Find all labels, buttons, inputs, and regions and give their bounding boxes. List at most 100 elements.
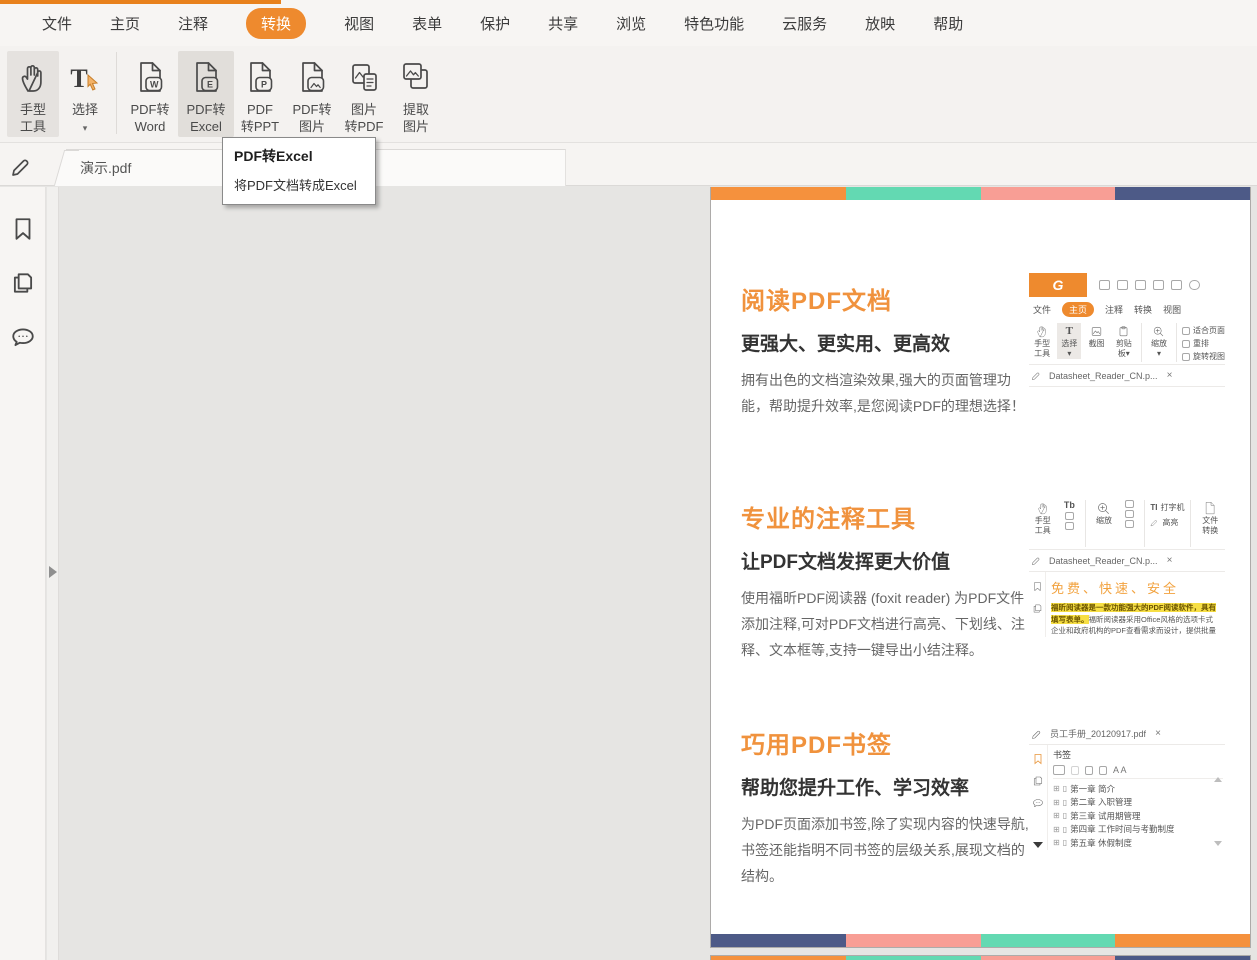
menu-cloud[interactable]: 云服务 xyxy=(782,13,827,34)
mini-toolbar-separator xyxy=(1189,500,1191,547)
menu-file[interactable]: 文件 xyxy=(42,13,72,34)
mini-tab-close-icon: × xyxy=(1166,555,1173,566)
expand-all-icon xyxy=(1053,765,1065,775)
page-top-stripes xyxy=(711,956,1250,960)
bookmarks-panel-title: 书签 xyxy=(1053,750,1072,760)
image-to-pdf-icon xyxy=(338,55,390,101)
pdf-to-excel-icon: E xyxy=(178,55,234,101)
select-tool-button[interactable]: T 选择 ▾ xyxy=(59,51,111,137)
mini-file-convert: 文件 转换 xyxy=(1196,500,1226,536)
stripe-orange xyxy=(711,187,846,200)
comment-icon xyxy=(1032,797,1044,809)
pdf-to-ppt-button[interactable]: P PDF 转PPT xyxy=(234,51,286,137)
menu-home[interactable]: 主页 xyxy=(110,13,140,34)
section-body: 为PDF页面添加书签,除了实现内容的快速导航,书签还能指明不同书签的层级关系,展… xyxy=(741,816,1029,884)
menu-present[interactable]: 放映 xyxy=(865,13,895,34)
collapse-triangle-icon xyxy=(1033,841,1043,848)
menu-features[interactable]: 特色功能 xyxy=(684,13,744,34)
svg-text:W: W xyxy=(150,80,159,90)
menu-browse[interactable]: 浏览 xyxy=(616,13,646,34)
menu-form[interactable]: 表单 xyxy=(412,13,442,34)
mini-tab-row: Datasheet_Reader_CN.p... × xyxy=(1029,365,1225,387)
edit-pencil-icon[interactable] xyxy=(10,154,34,183)
stripe-teal xyxy=(845,956,981,960)
hand-icon xyxy=(7,55,59,101)
menu-convert-active[interactable]: 转换 xyxy=(246,7,307,39)
screenshot-annotation-ui: 手型 工具 Tb 缩放 TI 打字机 高亮 文件 转换 Datasheet_Re… xyxy=(1029,496,1225,638)
image-to-pdf-button[interactable]: 图片 转PDF xyxy=(338,51,390,137)
pdf-page-2 xyxy=(710,955,1251,960)
menu-protect[interactable]: 保护 xyxy=(480,13,510,34)
mini-menu-file: 文件 xyxy=(1033,304,1052,315)
bookmarks-panel-button[interactable] xyxy=(0,212,46,246)
foxit-logo: G xyxy=(1029,273,1087,297)
bookmark-item: ⊞ ▯ 第三章 试用期管理 xyxy=(1053,810,1141,821)
scroll-up-icon xyxy=(1214,777,1222,782)
bookmarks-tree: ⊞ ▯ 第一章 简介 ⊞ ▯ 第二章 入职管理 ⊞ ▯ 第三章 试用期管理 ⊞ ▯ 第四… xyxy=(1053,778,1223,850)
mini-toolbar: 手型 工具 Tb 缩放 TI 打字机 高亮 文件 转换 xyxy=(1029,496,1225,550)
section-subtitle: 帮助您提升工作、学习效率 xyxy=(741,778,970,799)
comments-panel-button[interactable] xyxy=(0,320,46,354)
mini-toolbar-separator xyxy=(1144,500,1146,547)
stripe-salmon xyxy=(845,934,981,947)
mini-menu-view: 视图 xyxy=(1163,304,1182,315)
stripe-teal xyxy=(980,934,1116,947)
mini-tab-close-icon: × xyxy=(1155,728,1161,739)
highlighted-text: 填写表单。 xyxy=(1051,614,1089,624)
pdf-to-image-icon xyxy=(286,55,338,101)
mini-document-content: 免费、快速、安全 福昕阅读器是一款功能强大的PDF阅读软件，具有 填写表单。福昕… xyxy=(1029,572,1225,637)
extract-image-button[interactable]: 提取 图片 xyxy=(390,51,442,137)
pdf-to-image-button[interactable]: PDF转 图片 xyxy=(286,51,338,137)
mini-zoom-tool: 缩放 ▾ xyxy=(1147,323,1171,359)
mini-tab-title: Datasheet_Reader_CN.p... xyxy=(1049,370,1158,381)
mini-page-text: 免费、快速、安全 福昕阅读器是一款功能强大的PDF阅读软件，具有 填写表单。福昕… xyxy=(1046,572,1225,637)
hand-tool-button[interactable]: 手型 工具 xyxy=(7,51,59,137)
menu-share[interactable]: 共享 xyxy=(548,13,578,34)
menu-comment[interactable]: 注释 xyxy=(178,13,208,34)
body-text: 福昕阅读器采用Office风格的选项卡式 xyxy=(1088,614,1213,624)
pdf-to-word-button[interactable]: W PDF转 Word xyxy=(122,51,178,137)
menu-help[interactable]: 帮助 xyxy=(933,13,963,34)
export-icon xyxy=(1171,280,1182,290)
bookmark-op-icon xyxy=(1071,765,1079,775)
mini-snapshot-tool: 截图 xyxy=(1084,323,1108,349)
section-title: 专业的注释工具 xyxy=(741,506,916,533)
section-bookmarks: 巧用PDF书签 帮助您提升工作、学习效率 为PDF页面添加书签,除了实现内容的快… xyxy=(741,725,1041,889)
stripe-navy xyxy=(711,934,846,947)
pdf-to-excel-button[interactable]: E PDF转 Excel xyxy=(178,51,234,137)
bookmark-item: ⊞ ▯ 第一章 简介 xyxy=(1053,783,1115,794)
stripe-salmon xyxy=(980,187,1116,200)
undo-icon xyxy=(1189,280,1200,290)
bookmark-item: ⊞ ▯ 第二章 入职管理 xyxy=(1053,797,1132,808)
pdf-to-excel-tooltip: PDF转Excel 将PDF文档转成Excel xyxy=(222,137,376,205)
document-view-area[interactable]: 阅读PDF文档 更强大、更实用、更高效 拥有出色的文档渲染效果,强大的页面管理功… xyxy=(60,187,1257,960)
bookmark-item: ⊞ ▯ 第五章 休假制度 xyxy=(1053,837,1132,848)
bookmarks-panel-toolbar: A A xyxy=(1053,765,1223,775)
select-cursor-icon: T xyxy=(59,55,111,101)
mini-menu-row: 文件 主页 注释 转换 视图 xyxy=(1029,299,1225,319)
page-top-stripes xyxy=(711,187,1250,200)
pdf-to-ppt-icon: P xyxy=(234,55,286,101)
mini-zoom-tool: 缩放 xyxy=(1091,500,1117,526)
mini-menu-convert: 转换 xyxy=(1134,304,1153,315)
body-text: 企业和政府机构的PDF查看需求而设计，提供批量 xyxy=(1051,626,1216,635)
stripe-salmon xyxy=(980,956,1116,960)
pages-icon xyxy=(1032,603,1043,614)
panel-expand-handle[interactable] xyxy=(49,566,57,578)
font-size-icons: A A xyxy=(1113,765,1127,775)
pages-panel-button[interactable] xyxy=(0,266,46,300)
stripe-orange xyxy=(711,956,846,960)
menu-view[interactable]: 视图 xyxy=(344,13,374,34)
tooltip-title: PDF转Excel xyxy=(234,148,313,164)
stripe-teal xyxy=(845,187,981,200)
svg-text:E: E xyxy=(207,80,213,90)
navigation-sidebar xyxy=(0,187,46,960)
section-subtitle: 让PDF文档发挥更大价值 xyxy=(741,552,951,573)
bookmark-icon xyxy=(1032,581,1043,592)
document-tab-title: 演示.pdf xyxy=(80,160,132,176)
mini-titlebar: G xyxy=(1029,272,1225,298)
mini-hand-tool: 手型 工具 xyxy=(1030,323,1054,359)
mini-menu-home-active: 主页 xyxy=(1062,301,1095,317)
section-body: 拥有出色的文档渲染效果,强大的页面管理功能，帮助提升效率,是您阅读PDF的理想选… xyxy=(741,372,1025,414)
print-icon xyxy=(1135,280,1146,290)
